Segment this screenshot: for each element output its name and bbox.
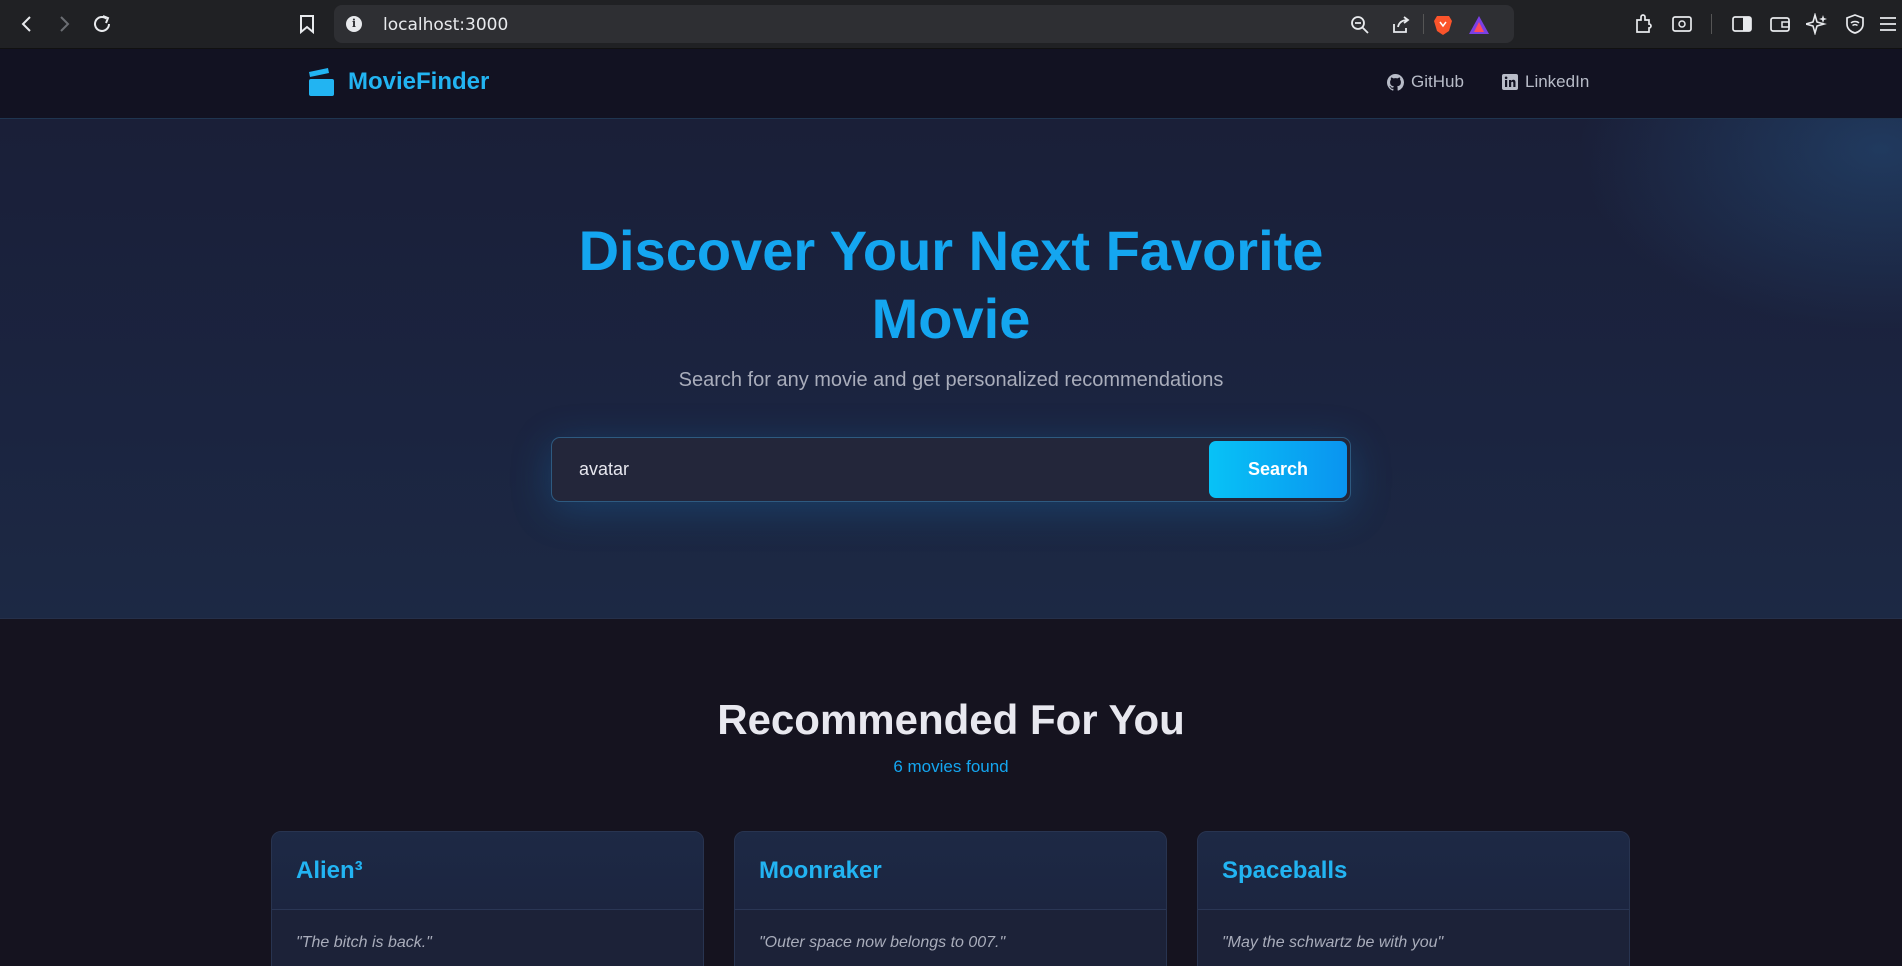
- search-button[interactable]: Search: [1209, 441, 1347, 498]
- github-link[interactable]: GitHub: [1387, 72, 1464, 92]
- hero-title-line-2: Movie: [871, 287, 1031, 350]
- leo-ai-icon[interactable]: [1805, 12, 1829, 36]
- address-bar[interactable]: i localhost:3000: [334, 5, 1514, 43]
- search-form: Search: [551, 437, 1351, 502]
- brave-shields-icon[interactable]: [1432, 14, 1454, 36]
- hero-subtitle: Search for any movie and get personalize…: [678, 369, 1224, 391]
- share-icon[interactable]: [1390, 14, 1412, 36]
- site-header: MovieFinder GitHub LinkedIn: [0, 49, 1902, 119]
- extensions-icon[interactable]: [1632, 12, 1656, 36]
- movie-card[interactable]: Moonraker "Outer space now belongs to 00…: [734, 831, 1167, 966]
- brave-rewards-icon[interactable]: [1468, 14, 1490, 36]
- browser-toolbar: i localhost:3000: [0, 0, 1902, 49]
- search-input[interactable]: [554, 440, 1204, 499]
- back-icon[interactable]: [13, 10, 41, 38]
- reload-icon[interactable]: [88, 10, 116, 38]
- movie-title[interactable]: Spaceballs: [1222, 857, 1629, 885]
- github-icon: [1387, 73, 1404, 91]
- vpn-icon[interactable]: [1843, 12, 1867, 36]
- tab-search-icon[interactable]: [1670, 12, 1694, 36]
- site-info-icon[interactable]: i: [346, 16, 362, 32]
- url-text[interactable]: localhost:3000: [383, 15, 508, 35]
- movie-card-header: Alien³: [272, 832, 703, 910]
- brand-link[interactable]: MovieFinder: [308, 68, 489, 96]
- movie-title[interactable]: Moonraker: [759, 857, 1166, 885]
- linkedin-icon: [1502, 74, 1518, 90]
- movie-title[interactable]: Alien³: [296, 857, 703, 885]
- movie-tagline: "Outer space now belongs to 007.": [759, 934, 1006, 951]
- recommendations-title: Recommended For You: [717, 696, 1185, 743]
- github-label[interactable]: GitHub: [1411, 72, 1464, 92]
- movie-card[interactable]: Spaceballs "May the schwartz be with you…: [1197, 831, 1630, 966]
- linkedin-label[interactable]: LinkedIn: [1525, 72, 1589, 92]
- hero-title-line-1: Discover Your Next Favorite: [578, 219, 1324, 282]
- hero-section: Discover Your Next Favorite Movie Search…: [0, 119, 1902, 619]
- movie-card[interactable]: Alien³ "The bitch is back.": [271, 831, 704, 966]
- movie-tagline: "The bitch is back.": [296, 934, 432, 951]
- brand-name: MovieFinder: [348, 68, 490, 95]
- hero-title: Discover Your Next Favorite Movie: [451, 217, 1451, 353]
- clapperboard-icon: [309, 68, 334, 96]
- movie-card-header: Moonraker: [735, 832, 1166, 910]
- sidebar-icon[interactable]: [1730, 12, 1754, 36]
- movie-tagline: "May the schwartz be with you": [1222, 934, 1444, 951]
- zoom-icon[interactable]: [1349, 14, 1371, 36]
- movie-card-header: Spaceballs: [1198, 832, 1629, 910]
- bookmark-icon[interactable]: [293, 10, 321, 38]
- menu-icon[interactable]: [1876, 12, 1900, 36]
- linkedin-link[interactable]: LinkedIn: [1502, 72, 1589, 92]
- results-count: 6 movies found: [893, 757, 1009, 776]
- wallet-icon[interactable]: [1768, 12, 1792, 36]
- forward-icon[interactable]: [50, 10, 78, 38]
